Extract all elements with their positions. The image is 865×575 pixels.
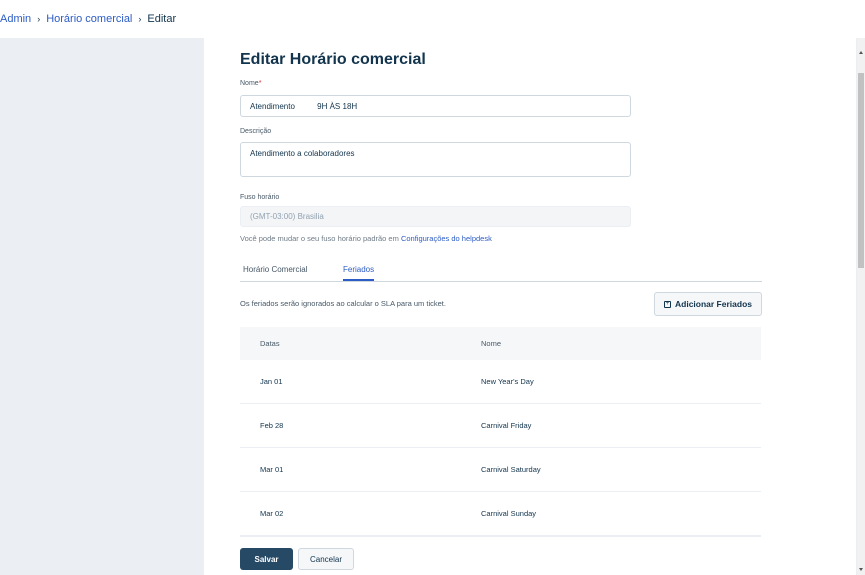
holiday-name: Carnival Sunday (481, 509, 537, 518)
tab-bar: Horário Comercial Feriados (240, 262, 762, 282)
holidays-note: Os feriados serão ignorados ao calcular … (240, 299, 446, 308)
tab-business-hours[interactable]: Horário Comercial (243, 265, 307, 279)
timezone-select: (GMT-03:00) Brasilia (240, 206, 631, 227)
page-title: Editar Horário comercial (240, 51, 426, 68)
breadcrumb-admin-link[interactable]: Admin (0, 13, 31, 25)
footer-divider (240, 536, 761, 537)
table-row[interactable]: Mar 02 Carnival Sunday (240, 492, 761, 536)
breadcrumb: Admin › Horário comercial › Editar (0, 0, 865, 38)
name-label: Nome* (240, 80, 261, 87)
required-asterisk: * (258, 80, 262, 87)
timezone-label: Fuso horário (240, 194, 280, 201)
scroll-down-arrow-icon[interactable] (859, 568, 863, 571)
table-row[interactable]: Feb 28 Carnival Friday (240, 404, 761, 448)
plus-square-icon: + (664, 300, 671, 308)
add-holidays-label: Adicionar Feriados (675, 299, 752, 309)
holiday-name: Carnival Saturday (481, 465, 541, 474)
page-scrollbar[interactable] (857, 38, 865, 575)
chevron-right-icon: › (37, 14, 41, 24)
table-header: Datas Nome (240, 327, 761, 360)
scrollbar-thumb[interactable] (858, 73, 864, 268)
holiday-date: Feb 28 (260, 421, 284, 430)
holiday-name: New Year's Day (481, 377, 534, 386)
holiday-date: Jan 01 (260, 377, 283, 386)
tab-holidays[interactable]: Feriados (343, 265, 375, 281)
cancel-button[interactable]: Cancelar (298, 548, 354, 570)
holiday-name: Carnival Friday (481, 421, 532, 430)
description-label: Descrição (240, 128, 272, 135)
table-row[interactable]: Jan 01 New Year's Day (240, 360, 761, 404)
timezone-hint-text: Você pode mudar o seu fuso horário padrã… (240, 234, 401, 243)
add-holidays-button[interactable]: + Adicionar Feriados (654, 292, 762, 316)
holiday-date: Mar 01 (260, 465, 284, 474)
breadcrumb-current: Editar (147, 13, 177, 25)
helpdesk-settings-link[interactable]: Configurações do helpdesk (401, 234, 492, 243)
table-row[interactable]: Mar 01 Carnival Saturday (240, 448, 761, 492)
name-label-text: Nome (240, 80, 259, 87)
timezone-hint: Você pode mudar o seu fuso horário padrã… (240, 234, 492, 243)
name-input[interactable]: Atendimento 9H ÀS 18H (240, 95, 631, 117)
chevron-right-icon: › (138, 14, 142, 24)
scroll-up-arrow-icon[interactable] (859, 51, 863, 54)
holidays-table: Datas Nome Jan 01 New Year's Day Feb 28 … (240, 327, 761, 536)
column-header-dates: Datas (260, 339, 280, 348)
save-button[interactable]: Salvar (240, 548, 293, 570)
edit-form-panel: Editar Horário comercial Nome* Atendimen… (204, 38, 856, 575)
description-textarea[interactable]: Atendimento a colaboradores (240, 142, 631, 177)
breadcrumb-business-hours-link[interactable]: Horário comercial (46, 13, 132, 25)
column-header-name: Nome (481, 339, 502, 348)
holiday-date: Mar 02 (260, 509, 284, 518)
